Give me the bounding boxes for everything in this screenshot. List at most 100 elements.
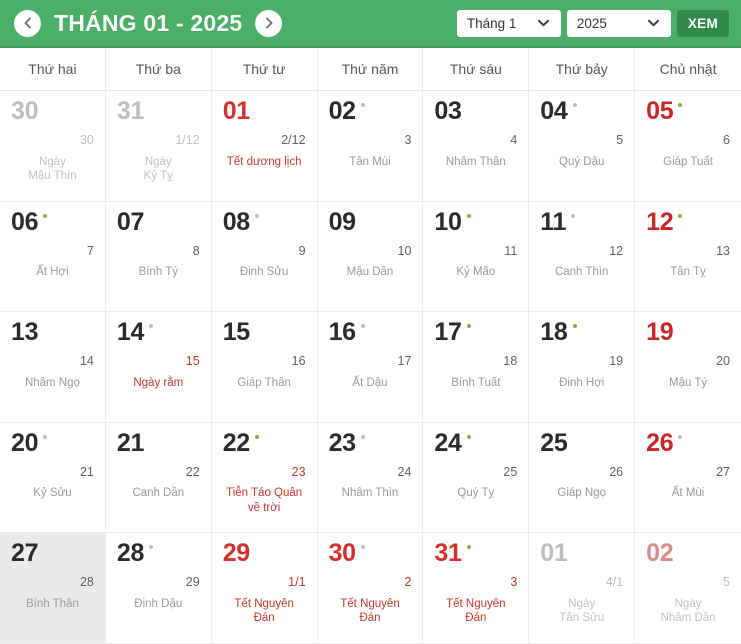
lunar-date: 7 [86,243,94,258]
day-event-label: Mậu Dần [346,266,394,279]
lunar-date: 28 [79,575,94,590]
solar-date-line: 31 [116,97,200,127]
solar-date-line: 26 [646,428,730,459]
calendar-day-cell[interactable]: 30 2 Tết Nguyên Đán [317,533,424,644]
calendar-day-cell[interactable]: 30 30 Ngày Mậu Thìn [0,91,106,202]
lunar-date: 24 [397,464,412,479]
calendar-day-cell[interactable]: 23 24 Nhâm Thìn [317,422,424,534]
calendar-day-cell[interactable]: 01 2/12 Tết dương lịch [211,91,318,202]
calendar-day-cell[interactable]: 29 1/1 Tết Nguyên Đán [211,533,318,644]
calendar-day-cell[interactable]: 16 17 Ất Dậu [317,312,424,423]
solar-date: 17 [434,318,462,347]
good-day-dot-icon [466,434,471,439]
chevron-down-icon [644,19,670,27]
next-month-button[interactable] [255,9,283,37]
month-select[interactable]: Tháng 1 [456,9,561,37]
solar-date: 01 [222,97,251,125]
calendar-day-cell[interactable]: 09 10 Mậu Dần [317,201,424,313]
calendar-day-cell[interactable]: 21 22 Canh Dần [105,422,212,534]
solar-date-line: 03 [434,99,517,127]
lunar-date: 18 [503,354,518,369]
solar-date-line: 24 [434,428,517,459]
calendar-day-cell[interactable]: 20 21 Kỷ Sửu [0,422,106,534]
calendar-day-cell[interactable]: 22 23 Tiễn Táo Quân về trời [211,422,318,534]
lunar-date: 1/12 [175,133,200,147]
lunar-date: 3 [404,133,412,147]
lunar-date: 26 [609,464,624,479]
calendar-day-cell[interactable]: 13 14 Nhâm Ngọ [0,312,106,423]
calendar-day-cell[interactable]: 03 4 Nhâm Thân [423,91,530,202]
solar-date-line: 19 [646,320,730,348]
calendar-day-cell[interactable]: 08 9 Đinh Sửu [211,201,318,313]
day-event-label: Kỷ Sửu [33,487,72,500]
calendar-day-cell[interactable]: 31 3 Tết Nguyên Đán [423,533,530,644]
calendar-day-cell[interactable]: 15 16 Giáp Thân [211,312,318,423]
calendar-day-cell[interactable]: 05 6 Giáp Tuất [635,91,741,202]
lunar-date: 6 [723,133,730,147]
solar-date: 15 [222,318,251,347]
day-event-label: Nhâm Thân [445,155,506,168]
solar-date-line: 28 [117,541,200,569]
day-event-label: Ất Dậu [352,376,388,389]
good-day-dot-icon [572,324,577,329]
solar-date: 24 [434,428,462,457]
calendar-day-cell[interactable]: 07 8 Bính Tý [105,201,212,313]
solar-date-line: 31 [434,541,517,569]
lunar-date: 11 [504,243,518,258]
solar-date-line: 25 [540,430,623,459]
solar-date-line: 23 [329,430,412,459]
calendar-day-cell[interactable]: 01 4/1 Ngày Tân Sửu [529,533,636,644]
calendar-day-cell[interactable]: 24 25 Quý Tỵ [423,422,530,534]
view-button[interactable]: XEM [676,9,729,37]
day-event-label: Tết Nguyên Đán [446,597,506,625]
day-event-label: Ất Hợi [36,266,69,279]
solar-date-line: 02 [329,99,412,127]
day-event-label: Giáp Tuất [663,155,713,168]
calendar-day-cell[interactable]: 02 3 Tân Mùi [317,91,424,202]
lunar-date: 2 [404,575,412,590]
solar-date: 26 [646,428,674,457]
calendar-day-cell[interactable]: 10 11 Kỷ Mão [423,201,530,313]
solar-date: 22 [222,428,251,457]
weekday-label-0: Thứ hai [0,48,106,90]
calendar-day-cell[interactable]: 18 19 Đinh Hợi [529,312,636,423]
calendar-day-cell[interactable]: 26 27 Ất Mùi [635,422,741,534]
solar-date: 11 [540,207,567,236]
year-select[interactable]: 2025 [566,9,671,37]
calendar-day-cell[interactable]: 19 20 Mậu Tý [635,312,741,423]
prev-month-button[interactable] [14,9,41,37]
solar-date: 30 [11,97,39,125]
solar-date-line: 08 [222,207,306,238]
day-event-label: Canh Thìn [554,266,609,279]
calendar-day-cell[interactable]: 14 15 Ngày rằm [105,312,212,423]
lunar-date: 1/1 [288,575,306,590]
calendar-day-cell[interactable]: 25 26 Giáp Ngọ [529,422,636,534]
solar-date-line: 12 [646,209,730,238]
calendar-day-cell[interactable]: 04 5 Quý Dậu [529,91,636,202]
calendar-day-cell[interactable]: 28 29 Đinh Dậu [105,533,212,644]
solar-date: 31 [116,97,145,125]
solar-date-line: 05 [646,99,730,127]
day-event-label: Ngày Kỷ Tỵ [143,155,173,182]
day-event-label: Tiễn Táo Quân về trời [226,487,303,514]
solar-date-line: 18 [540,320,623,348]
day-event-label: Đinh Dậu [134,597,183,610]
lunar-date: 17 [397,354,412,369]
day-event-label: Giáp Thân [237,376,291,389]
calendar-day-cell[interactable]: 31 1/12 Ngày Kỷ Tỵ [105,91,212,202]
lunar-date: 13 [716,243,730,258]
calendar-day-cell[interactable]: 27 28 Bính Thân [0,533,106,644]
solar-date: 08 [222,207,251,236]
day-event-label: Giáp Ngọ [557,487,606,500]
day-event-label: Tết dương lịch [226,155,302,168]
lunar-date: 23 [291,464,306,479]
calendar-day-cell[interactable]: 02 5 Ngày Nhâm Dần [635,533,741,644]
solar-date-line: 21 [117,430,200,459]
neutral-day-dot-icon [572,103,577,107]
calendar-day-cell[interactable]: 12 13 Tân Tỵ [635,201,741,313]
calendar-day-cell[interactable]: 11 12 Canh Thìn [529,201,636,313]
calendar-day-cell[interactable]: 17 18 Bính Tuất [423,312,530,423]
solar-date: 02 [646,539,674,568]
lunar-date: 27 [716,464,730,479]
calendar-day-cell[interactable]: 06 7 Ất Hợi [0,201,106,313]
